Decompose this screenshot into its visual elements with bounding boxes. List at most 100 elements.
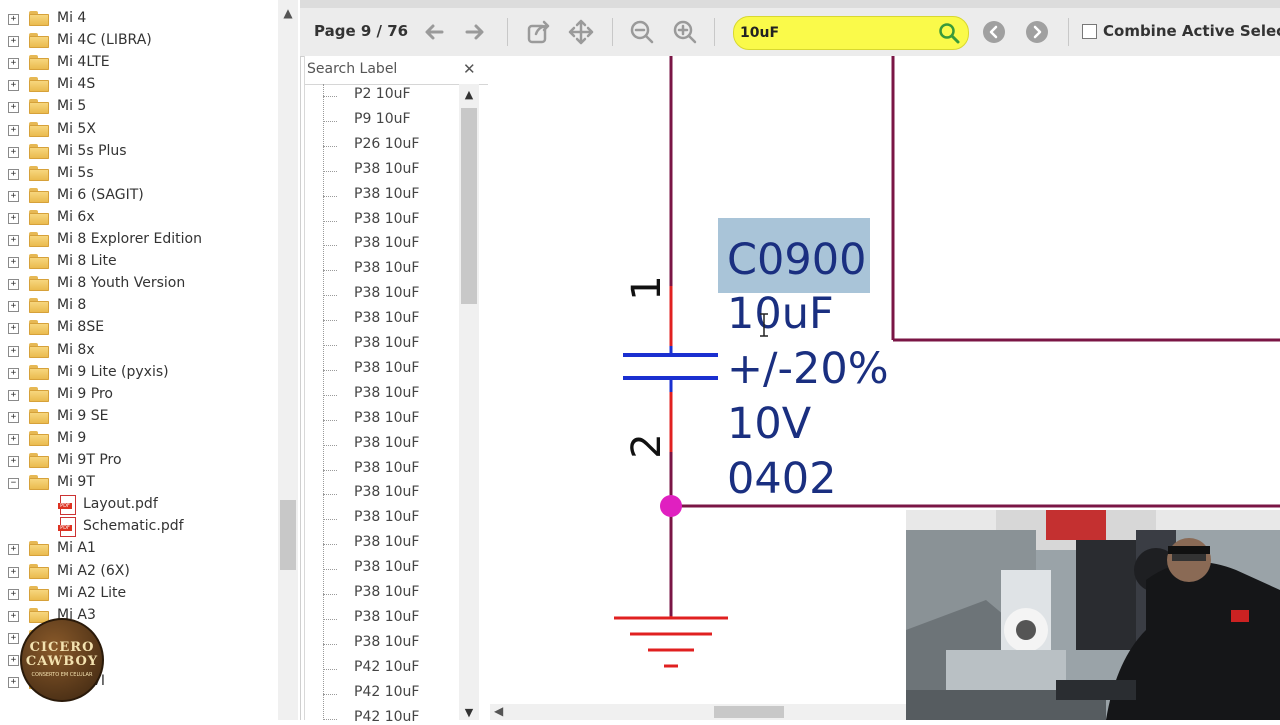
expand-icon[interactable]: + xyxy=(8,58,19,69)
expand-icon[interactable]: + xyxy=(8,589,19,600)
expand-icon[interactable]: + xyxy=(8,633,19,644)
tree-folder-item[interactable]: + Mi 8 Lite xyxy=(0,251,278,273)
tree-folder-item[interactable]: + Mi 4 xyxy=(0,8,278,30)
tree-file-item[interactable]: PDF Schematic.pdf xyxy=(0,516,278,538)
scrollbar-thumb[interactable] xyxy=(461,108,477,304)
search-result-item[interactable]: P38 10uF xyxy=(354,260,419,276)
search-result-item[interactable]: P38 10uF xyxy=(354,484,419,500)
search-field[interactable] xyxy=(733,16,969,50)
expand-icon[interactable]: + xyxy=(8,544,19,555)
search-result-item[interactable]: P38 10uF xyxy=(354,310,419,326)
expand-icon[interactable]: + xyxy=(8,14,19,25)
search-input[interactable] xyxy=(740,24,930,42)
search-result-item[interactable]: P38 10uF xyxy=(354,634,419,650)
search-icon[interactable] xyxy=(938,22,960,48)
search-result-item[interactable]: P38 10uF xyxy=(354,285,419,301)
search-result-item[interactable]: P38 10uF xyxy=(354,186,419,202)
tree-folder-item[interactable]: + Mi 4C (LIBRA) xyxy=(0,30,278,52)
search-result-item[interactable]: P38 10uF xyxy=(354,211,419,227)
expand-icon[interactable]: + xyxy=(8,102,19,113)
next-result-icon[interactable] xyxy=(1023,18,1051,46)
expand-icon[interactable]: + xyxy=(8,257,19,268)
tree-folder-item[interactable]: + Mi 9 xyxy=(0,428,278,450)
tree-folder-item[interactable]: + Mi 8 Youth Version xyxy=(0,273,278,295)
tree-folder-item[interactable]: + Mi 9T Pro xyxy=(0,450,278,472)
collapse-icon[interactable]: − xyxy=(8,478,19,489)
tree-folder-item[interactable]: + Mi 6 (SAGIT) xyxy=(0,185,278,207)
search-result-item[interactable]: P26 10uF xyxy=(354,136,419,152)
expand-icon[interactable]: + xyxy=(8,434,19,445)
component-value[interactable]: 10uF xyxy=(727,289,834,339)
tree-folder-item[interactable]: + Mi 8SE xyxy=(0,317,278,339)
expand-icon[interactable]: + xyxy=(8,611,19,622)
search-result-item[interactable]: P9 10uF xyxy=(354,111,411,127)
search-result-item[interactable]: P42 10uF xyxy=(354,684,419,700)
tree-folder-item[interactable]: + Mi 5s Plus xyxy=(0,141,278,163)
search-results-scrollbar[interactable]: ▲ ▼ xyxy=(459,84,479,720)
combine-checkbox[interactable] xyxy=(1082,23,1097,39)
expand-icon[interactable]: + xyxy=(8,279,19,290)
expand-icon[interactable]: + xyxy=(8,390,19,401)
search-result-item[interactable]: P38 10uF xyxy=(354,410,419,426)
expand-icon[interactable]: + xyxy=(8,213,19,224)
horizontal-scrollbar[interactable]: ◀ xyxy=(490,704,906,720)
tree-folder-item[interactable]: + Mi 9 SE xyxy=(0,406,278,428)
expand-icon[interactable]: + xyxy=(8,80,19,91)
search-result-item[interactable]: P38 10uF xyxy=(354,335,419,351)
tree-folder-item[interactable]: − Mi 9T xyxy=(0,472,278,494)
expand-icon[interactable]: + xyxy=(8,125,19,136)
search-result-item[interactable]: P38 10uF xyxy=(354,360,419,376)
expand-icon[interactable]: + xyxy=(8,456,19,467)
zoom-in-icon[interactable] xyxy=(671,18,699,46)
expand-icon[interactable]: + xyxy=(8,323,19,334)
search-result-item[interactable]: P38 10uF xyxy=(354,584,419,600)
search-result-item[interactable]: P38 10uF xyxy=(354,609,419,625)
expand-icon[interactable]: + xyxy=(8,147,19,158)
search-result-item[interactable]: P42 10uF xyxy=(354,709,419,725)
expand-icon[interactable]: + xyxy=(8,655,19,666)
search-result-item[interactable]: P38 10uF xyxy=(354,559,419,575)
tree-folder-item[interactable]: + Mi 8 Explorer Edition xyxy=(0,229,278,251)
tree-folder-item[interactable]: + Mi A2 Lite xyxy=(0,583,278,605)
search-result-item[interactable]: P2 10uF xyxy=(354,86,411,102)
search-result-item[interactable]: P38 10uF xyxy=(354,161,419,177)
search-result-item[interactable]: P38 10uF xyxy=(354,460,419,476)
move-icon[interactable] xyxy=(567,18,595,46)
file-tree-scrollbar[interactable]: ▲ xyxy=(278,0,298,720)
search-result-item[interactable]: P42 10uF xyxy=(354,659,419,675)
expand-icon[interactable]: + xyxy=(8,235,19,246)
search-result-item[interactable]: P38 10uF xyxy=(354,534,419,550)
tree-folder-item[interactable]: + Mi 4S xyxy=(0,74,278,96)
forward-arrow-icon[interactable] xyxy=(461,18,489,46)
scroll-up-arrow-icon[interactable]: ▲ xyxy=(459,88,479,101)
search-result-item[interactable]: P38 10uF xyxy=(354,435,419,451)
tree-folder-item[interactable]: + Mi A1 xyxy=(0,538,278,560)
tree-folder-item[interactable]: + Mi 8x xyxy=(0,340,278,362)
scrollbar-thumb[interactable] xyxy=(714,706,784,718)
tree-folder-item[interactable]: + Mi 8 xyxy=(0,295,278,317)
tree-folder-item[interactable]: + Mi 9 Pro xyxy=(0,384,278,406)
tree-folder-item[interactable]: + Mi 6x xyxy=(0,207,278,229)
tree-file-item[interactable]: PDF Layout.pdf xyxy=(0,494,278,516)
close-icon[interactable]: ✕ xyxy=(463,60,476,78)
tree-folder-item[interactable]: + Mi 5 xyxy=(0,96,278,118)
scroll-up-arrow-icon[interactable]: ▲ xyxy=(278,6,298,20)
search-result-item[interactable]: P38 10uF xyxy=(354,385,419,401)
expand-icon[interactable]: + xyxy=(8,191,19,202)
expand-icon[interactable]: + xyxy=(8,368,19,379)
expand-icon[interactable]: + xyxy=(8,346,19,357)
zoom-out-icon[interactable] xyxy=(628,18,656,46)
tree-folder-item[interactable]: + Mi 9 Lite (pyxis) xyxy=(0,362,278,384)
expand-icon[interactable]: + xyxy=(8,677,19,688)
back-arrow-icon[interactable] xyxy=(420,18,448,46)
search-result-item[interactable]: P38 10uF xyxy=(354,235,419,251)
expand-icon[interactable]: + xyxy=(8,36,19,47)
tree-folder-item[interactable]: + Mi 4LTE xyxy=(0,52,278,74)
combine-active-select-toggle[interactable]: Combine Active Select xyxy=(1082,22,1280,40)
tree-folder-item[interactable]: + Mi 5X xyxy=(0,119,278,141)
tree-folder-item[interactable]: + Mi 5s xyxy=(0,163,278,185)
component-ref[interactable]: C0900 xyxy=(727,235,866,285)
scroll-down-arrow-icon[interactable]: ▼ xyxy=(459,706,479,719)
tree-folder-item[interactable]: + Mi A2 (6X) xyxy=(0,561,278,583)
scrollbar-thumb[interactable] xyxy=(280,500,296,570)
